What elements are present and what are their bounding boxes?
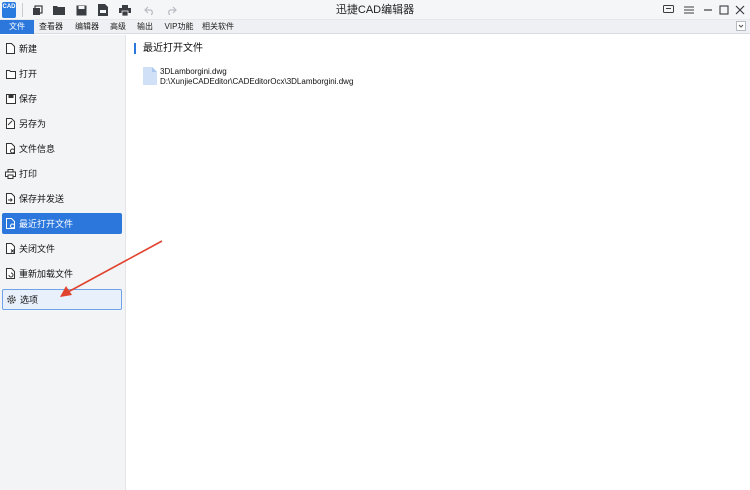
menu-item-output[interactable]: 输出 (133, 20, 157, 34)
sidebar-item-label: 关闭文件 (19, 244, 56, 254)
sidebar-item-label: 另存为 (19, 119, 47, 129)
sidebar-item-label: 最近打开文件 (19, 219, 74, 229)
sidebar-item-label: 保存 (19, 94, 38, 104)
sidebar-item-recent-files[interactable]: 最近打开文件 (2, 213, 122, 234)
close-icon[interactable] (733, 3, 747, 17)
save-icon[interactable] (74, 3, 88, 17)
save-as-icon (5, 118, 16, 129)
sidebar-item-print[interactable]: 打印 (2, 163, 122, 184)
toolbar-divider (22, 3, 23, 17)
export-pdf-icon[interactable] (96, 3, 110, 17)
sidebar-item-reload-file[interactable]: 重新加载文件 (2, 263, 122, 284)
new-file-icon (5, 43, 16, 54)
gear-icon (6, 294, 17, 305)
sidebar-item-save-send[interactable]: 保存并发送 (2, 188, 122, 209)
reload-file-icon (5, 268, 16, 279)
save-send-icon (5, 193, 16, 204)
message-icon[interactable] (661, 3, 675, 17)
title-bar: CAD 迅捷CAD编辑器 (0, 0, 750, 20)
maximize-icon[interactable] (717, 3, 731, 17)
menu-bar: 文件 查看器 编辑器 高级 输出 VIP功能 相关软件 (0, 20, 750, 34)
undo-icon[interactable] (142, 3, 156, 17)
sidebar-item-close-file[interactable]: 关闭文件 (2, 238, 122, 259)
open-icon (5, 68, 16, 79)
recent-files-icon (5, 218, 16, 229)
sidebar-item-label: 打开 (19, 69, 38, 79)
window-title: 迅捷CAD编辑器 (335, 4, 415, 16)
recent-file-name: 3DLamborgini.dwg (160, 67, 227, 76)
menu-icon[interactable] (682, 3, 696, 17)
redo-icon[interactable] (164, 3, 178, 17)
save-icon (5, 93, 16, 104)
app-logo: CAD (2, 2, 16, 18)
menu-item-file[interactable]: 文件 (0, 20, 34, 34)
menu-item-related-software[interactable]: 相关软件 (200, 20, 236, 34)
main-panel: 最近打开文件 3DLamborgini.dwg D:\XunjieCADEdit… (127, 35, 750, 490)
print-icon (5, 168, 16, 179)
sidebar-item-label: 文件信息 (19, 144, 56, 154)
menu-item-vip[interactable]: VIP功能 (162, 20, 196, 34)
menu-item-advanced[interactable]: 高级 (106, 20, 130, 34)
sidebar-item-save-as[interactable]: 另存为 (2, 113, 122, 134)
section-title: 最近打开文件 (134, 43, 203, 54)
close-file-icon (5, 243, 16, 254)
sidebar-item-label: 保存并发送 (19, 194, 65, 204)
sidebar-item-open[interactable]: 打开 (2, 63, 122, 84)
file-menu-sidebar: 新建 打开 保存 另存为 文件信息 打印 保存并发送 最近打开文件 关闭文件 重… (0, 35, 126, 490)
minimize-icon[interactable] (701, 3, 715, 17)
sidebar-item-label: 新建 (19, 44, 38, 54)
sidebar-item-label: 选项 (20, 295, 39, 305)
sidebar-item-options[interactable]: 选项 (2, 289, 122, 310)
sidebar-item-label: 重新加载文件 (19, 269, 74, 279)
sidebar-item-label: 打印 (19, 169, 38, 179)
recent-file-item[interactable]: 3DLamborgini.dwg D:\XunjieCADEditor\CADE… (143, 67, 403, 89)
menu-item-viewer[interactable]: 查看器 (36, 20, 66, 34)
ribbon-collapse-icon[interactable] (736, 21, 746, 33)
new-window-icon[interactable] (30, 3, 44, 17)
menu-item-editor[interactable]: 编辑器 (72, 20, 102, 34)
print-icon[interactable] (118, 3, 132, 17)
dwg-file-icon (143, 67, 157, 85)
sidebar-item-save[interactable]: 保存 (2, 88, 122, 109)
recent-file-path: D:\XunjieCADEditor\CADEditorOcx\3DLambor… (160, 77, 354, 86)
file-info-icon (5, 143, 16, 154)
sidebar-item-file-info[interactable]: 文件信息 (2, 138, 122, 159)
sidebar-item-new[interactable]: 新建 (2, 38, 122, 59)
open-folder-icon[interactable] (52, 3, 66, 17)
